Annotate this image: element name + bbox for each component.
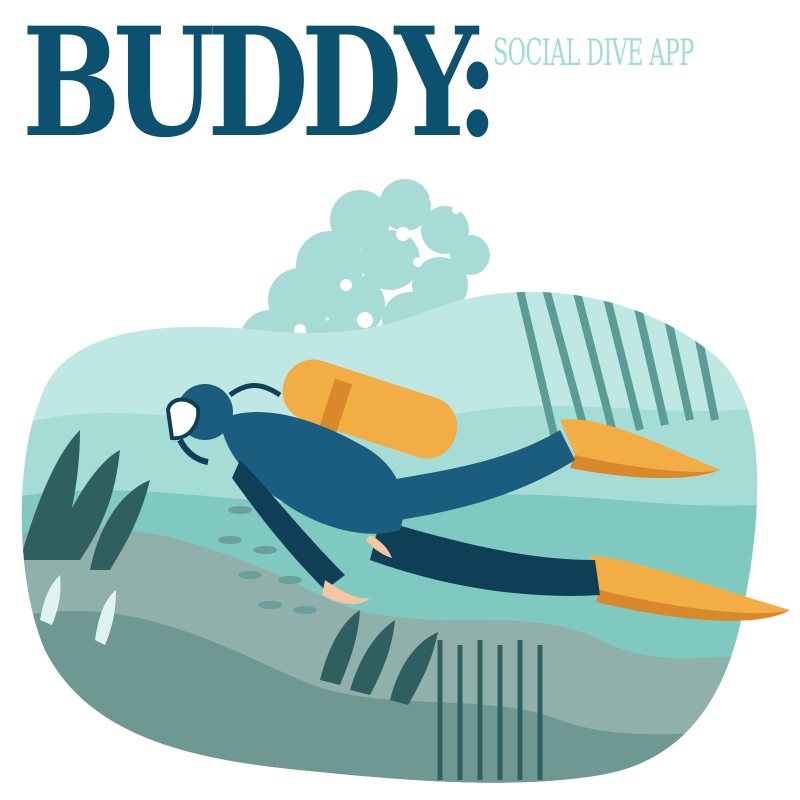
scuba-diver-icon (21, 179, 790, 783)
